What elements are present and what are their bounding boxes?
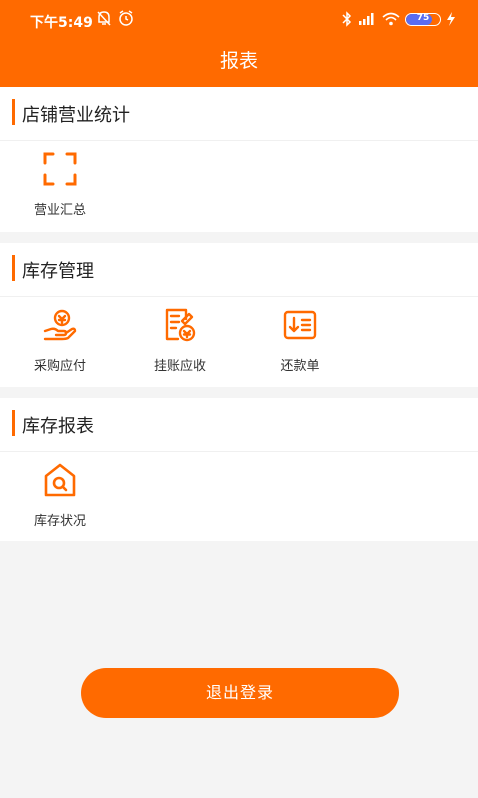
section-accent-bar [12,99,15,125]
section-store-business-stats: 店铺营业统计 营业汇总 [0,87,478,232]
status-left-icons [96,9,134,27]
bluetooth-icon [342,11,352,27]
grid-item-credit-receivable[interactable]: 挂账应收 [120,307,240,374]
wifi-icon [382,12,400,26]
battery-level: 75 [416,12,430,23]
logout-button[interactable]: 退出登录 [81,668,399,718]
section-accent-bar [12,255,15,281]
grid-item-label: 营业汇总 [33,203,86,218]
section-title: 库存管理 [22,261,94,282]
cellular-signal-icon [359,13,374,25]
page-title: 报表 [219,50,258,72]
grid-item-business-summary[interactable]: 营业汇总 [0,151,120,218]
section-inventory-management: 库存管理 采购应付 挂账应收 还款单 [0,243,478,387]
scan-frame-icon [43,152,77,186]
grid-item-inventory-status[interactable]: 库存状况 [0,462,120,529]
hand-coin-icon [43,309,77,341]
charging-icon [447,12,455,26]
grid-item-repayment-order[interactable]: 还款单 [240,307,360,374]
status-bar: 下午5:49 75 [0,0,478,40]
status-right-icons: 75 [342,11,456,27]
section-header: 店铺营业统计 [0,87,478,141]
bell-off-icon [97,11,111,26]
grid-item-label: 采购应付 [33,359,86,374]
house-search-icon [44,463,76,497]
section-accent-bar [12,410,15,436]
section-header: 库存管理 [0,243,478,297]
grid-item-purchase-payable[interactable]: 采购应付 [0,307,120,374]
repayment-list-icon [283,310,317,340]
grid-item-label: 库存状况 [33,514,86,529]
section-header: 库存报表 [0,398,478,452]
section-title: 库存报表 [22,416,94,437]
battery-icon: 75 [405,12,441,26]
section-title: 店铺营业统计 [22,105,130,126]
alarm-icon [119,10,133,26]
grid-item-label: 挂账应收 [153,359,206,374]
status-time: 下午5:49 [30,15,93,31]
section-inventory-report: 库存报表 库存状况 [0,398,478,541]
app-header: 下午5:49 75 报表 [0,0,478,87]
ledger-receipt-icon [165,308,196,342]
grid-item-label: 还款单 [280,359,320,374]
